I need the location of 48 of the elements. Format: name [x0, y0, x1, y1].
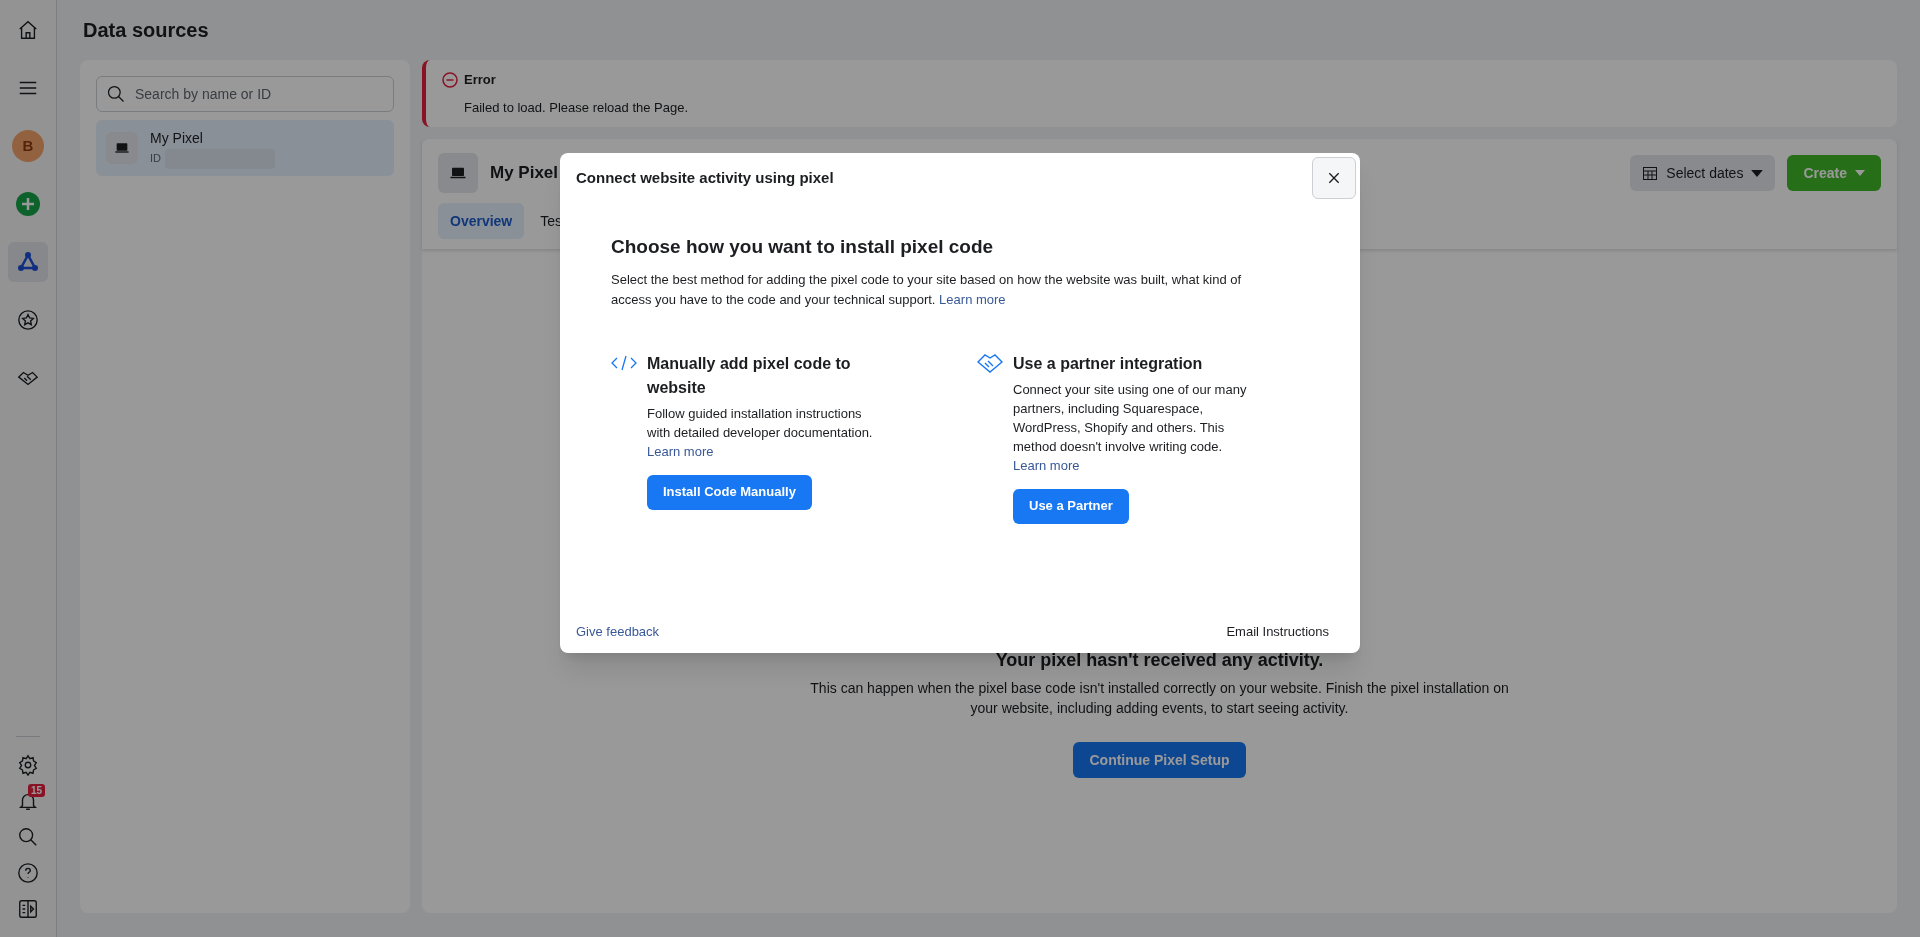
option-title: Use a partner integration [1013, 353, 1204, 374]
id-label: ID [150, 151, 161, 167]
option-description: Connect your site using one of our many partners, including Squarespace, WordPress, Shopify and others. This method doesn't involve writing code. [1013, 380, 1248, 456]
search-icon [17, 826, 39, 848]
pixel-title: My Pixel [490, 162, 559, 185]
error-title: Error [464, 71, 496, 89]
learn-more-link[interactable]: Learn more [647, 441, 714, 461]
pixel-name: My Pixel [150, 128, 204, 148]
calendar-icon [1642, 165, 1659, 181]
rail-button[interactable]: 15 [8, 783, 48, 819]
feedback-link[interactable]: Give feedback [576, 621, 660, 641]
plus-icon [16, 192, 40, 216]
caret-icon [1751, 169, 1764, 177]
option-button[interactable]: Use a Partner [1013, 488, 1129, 524]
select-dates-button[interactable]: Select dates [1630, 155, 1776, 191]
close-button[interactable] [1312, 157, 1356, 199]
learn-more-link[interactable]: Learn more [1013, 455, 1080, 475]
close-icon [1326, 170, 1342, 186]
dialog-title: Connect website activity using pixel [576, 167, 834, 188]
option-description: Follow guided installation instructions with detailed developer documentation. [647, 404, 874, 442]
sidebar-toggle-icon [17, 898, 39, 920]
laptop-icon [106, 132, 138, 164]
error-message: Failed to load. Please reload the Page. [463, 98, 690, 117]
page-title: Data sources [82, 18, 210, 43]
notification-badge: 15 [28, 784, 46, 797]
help-icon [17, 862, 39, 884]
empty-state-text: This can happen when the pixel base code isn't installed correctly on your website. Finish the pixel installation on your website, including adding events, to start seeing activity. [809, 679, 1510, 718]
pixel-list-item[interactable]: My Pixel ID [96, 120, 394, 176]
code-icon [611, 354, 637, 371]
search-field[interactable]: Search by name or ID [96, 76, 394, 112]
handshake-icon [977, 352, 1003, 373]
empty-state-title: Your pixel hasn't received any activity. [995, 649, 1324, 672]
laptop-icon [438, 153, 478, 193]
email-instructions-link[interactable]: Email Instructions [1226, 621, 1344, 641]
home-icon [17, 19, 39, 41]
option-title: Manually add pixel code to website [647, 353, 852, 398]
rail-button[interactable] [8, 242, 48, 282]
error-icon [442, 71, 458, 88]
settings-icon [17, 754, 39, 776]
learn-more-link[interactable]: Learn more [939, 291, 1006, 307]
continue-setup-button[interactable]: Continue Pixel Setup [1073, 742, 1246, 778]
caret-icon [1855, 170, 1865, 176]
option-button[interactable]: Install Code Manually [647, 474, 812, 510]
network-icon [16, 250, 40, 274]
tab[interactable]: Overview [438, 203, 525, 239]
search-icon [106, 84, 126, 104]
dialog-intro: Select the best method for adding the pixel code to your site based on how the website was built, what kind of access you have to the code and your technical support. Learn more [611, 270, 1243, 309]
dialog-heading: Choose how you want to install pixel code [611, 235, 995, 259]
